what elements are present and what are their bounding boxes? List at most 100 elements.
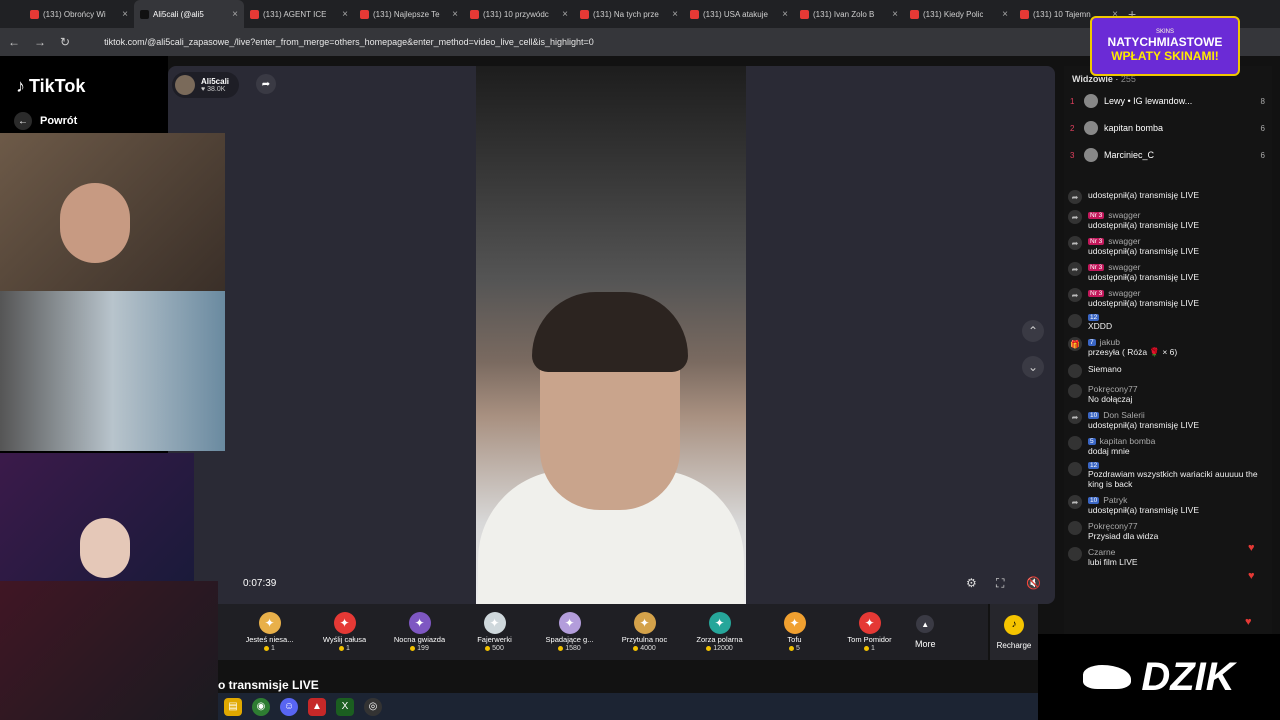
avatar: [1068, 314, 1082, 328]
chat-message: Siemano: [1068, 364, 1264, 378]
browser-tab[interactable]: Ali5cali (@ali5 ×: [134, 0, 244, 28]
chat-text: XDDD: [1088, 321, 1113, 331]
chat-username[interactable]: swagger: [1108, 288, 1140, 298]
tab-title: (131) Najlepsze Te: [373, 9, 440, 19]
url-field[interactable]: tiktok.com/@ali5cali_zapasowe_/live?ente…: [104, 37, 594, 47]
chat-user: Nr 3 swagger: [1088, 288, 1199, 298]
chat-username[interactable]: swagger: [1108, 262, 1140, 272]
gift-name: Jesteś niesa...: [245, 635, 294, 644]
chat-message: ➦ Nr 3 swagger udostępnił(a) transmisję LIV…: [1068, 262, 1264, 282]
more-gifts-button[interactable]: ▲ More: [915, 615, 936, 649]
excel-icon[interactable]: X: [336, 697, 354, 716]
chat-username[interactable]: Don Salerii: [1103, 410, 1145, 420]
chat-username[interactable]: kapitan bomba: [1100, 436, 1156, 446]
tiktok-logo[interactable]: ♪ TikTok: [16, 76, 85, 97]
firework-icon: ✦: [483, 612, 506, 634]
gift-name: Tofu: [787, 635, 802, 644]
chat-username[interactable]: Pokręcony77: [1088, 521, 1138, 531]
viewer-rank: 3: [1070, 150, 1075, 160]
avatar: [1084, 148, 1098, 162]
chat-message: 12 XDDD: [1068, 314, 1264, 331]
chat-message: Pokręcony77 Przysiad dla widza: [1068, 521, 1264, 541]
folder-icon[interactable]: ▤: [224, 697, 242, 716]
close-icon[interactable]: ×: [782, 9, 788, 20]
gift-item[interactable]: ✦ Jesteś niesa... 1: [232, 612, 307, 652]
chrome-icon[interactable]: ◉: [252, 697, 270, 716]
gift-item[interactable]: ✦ Przytulna noc 4000: [607, 612, 682, 652]
app-icon[interactable]: ▲: [308, 697, 326, 716]
chat-user: 12: [1088, 462, 1264, 469]
close-icon[interactable]: ×: [122, 9, 128, 20]
close-icon[interactable]: ×: [562, 9, 568, 20]
avatar: [1068, 521, 1082, 535]
chat-username[interactable]: swagger: [1108, 236, 1140, 246]
share-icon[interactable]: ➦: [256, 74, 276, 94]
close-icon[interactable]: ×: [232, 9, 238, 20]
chat-username[interactable]: swagger: [1108, 210, 1140, 220]
recharge-button[interactable]: ♪ Recharge: [990, 604, 1038, 660]
reload-icon[interactable]: ↻: [60, 35, 70, 49]
browser-tab[interactable]: (131) USA atakuje ×: [684, 0, 794, 28]
browser-tab[interactable]: (131) Najlepsze Te ×: [354, 0, 464, 28]
section-title: o transmisje LIVE: [218, 678, 319, 692]
gift-item[interactable]: ✦ Tofu 5: [757, 612, 832, 652]
gift-item[interactable]: ✦ Wyślij całusa 1: [307, 612, 382, 652]
top-viewer[interactable]: 1 Lewy • IG lewandow... 8: [1070, 94, 1265, 108]
viewer-name: kapitan bomba: [1104, 123, 1164, 133]
chat-message: ➦ Nr 3 swagger udostępnił(a) transmisję LIV…: [1068, 288, 1264, 308]
fullscreen-icon[interactable]: ⛶: [996, 576, 1004, 591]
forward-arrow-icon[interactable]: →: [34, 35, 46, 49]
webcam-overlays: [0, 133, 225, 720]
chat-list[interactable]: ➦ udostępnił(a) transmisję LIVE ➦ Nr 3 swagg…: [1068, 190, 1264, 636]
tab-title: Ali5cali (@ali5: [153, 9, 204, 19]
youtube-favicon-icon: [580, 9, 589, 19]
chevron-up-icon[interactable]: ⌃: [1022, 320, 1044, 342]
close-icon[interactable]: ×: [672, 9, 678, 20]
chat-username[interactable]: Pokręcony77: [1088, 384, 1138, 394]
gift-item[interactable]: ✦ Fajerwerki 500: [457, 612, 532, 652]
chat-username[interactable]: jakub: [1100, 337, 1120, 347]
gift-item[interactable]: ✦ Spadające g... 1580: [532, 612, 607, 652]
streamer-chip[interactable]: Ali5cali ♥ 38.0K: [172, 72, 240, 98]
chat-user: Nr 3 swagger: [1088, 236, 1199, 246]
chat-username[interactable]: Czarne: [1088, 547, 1115, 557]
chevron-down-icon[interactable]: ⌄: [1022, 356, 1044, 378]
avatar: [1068, 462, 1082, 476]
gift-item[interactable]: ✦ Tom Pomidor 1: [832, 612, 907, 652]
browser-tab[interactable]: (131) 10 przywódc ×: [464, 0, 574, 28]
browser-tab[interactable]: (131) AGENT ICE ×: [244, 0, 354, 28]
close-icon[interactable]: ×: [342, 9, 348, 20]
top-viewer[interactable]: 2 kapitan bomba 6: [1070, 121, 1265, 135]
close-icon[interactable]: ×: [452, 9, 458, 20]
youtube-favicon-icon: [800, 9, 809, 19]
browser-tab[interactable]: (131) Kiedy Polic ×: [904, 0, 1014, 28]
viewer-name: Marciniec_C: [1104, 150, 1155, 160]
close-icon[interactable]: ×: [892, 9, 898, 20]
gift-item[interactable]: ✦ Nocna gwiazda 199: [382, 612, 457, 652]
close-icon[interactable]: ×: [1002, 9, 1008, 20]
browser-tab[interactable]: (131) Na tych prze ×: [574, 0, 684, 28]
chat-text: No dołączaj: [1088, 394, 1133, 404]
obs-icon[interactable]: ◎: [364, 697, 382, 716]
likes-count: 38.0K: [207, 86, 226, 93]
back-arrow-icon[interactable]: ←: [8, 35, 20, 49]
browser-tab[interactable]: (131) Ivan Zolo B ×: [794, 0, 904, 28]
gift-item[interactable]: ✦ Zorza polarna 12000: [682, 612, 757, 652]
viewer-count: 6: [1260, 150, 1265, 160]
gift-price-value: 1: [871, 645, 875, 652]
settings-icon[interactable]: ⚙: [966, 576, 977, 590]
avatar: [1068, 547, 1082, 561]
back-button[interactable]: ← Powrót: [14, 112, 77, 130]
discord-icon[interactable]: ☺: [280, 697, 298, 716]
coin-icon: [410, 646, 416, 651]
tab-title: (131) AGENT ICE: [263, 9, 327, 19]
top-viewer[interactable]: 3 Marciniec_C 6: [1070, 148, 1265, 162]
browser-tab[interactable]: (131) Obrońcy Wi ×: [24, 0, 134, 28]
heart-icon: ♥: [1248, 542, 1255, 554]
gift-price: 1580: [558, 645, 581, 652]
chat-username[interactable]: Patryk: [1103, 495, 1127, 505]
chat-text: udostępnił(a) transmisję LIVE: [1088, 505, 1200, 515]
viewer-count: 6: [1260, 123, 1265, 133]
mute-icon[interactable]: 🔇: [1026, 576, 1041, 590]
share-icon: ➦: [1068, 190, 1082, 204]
